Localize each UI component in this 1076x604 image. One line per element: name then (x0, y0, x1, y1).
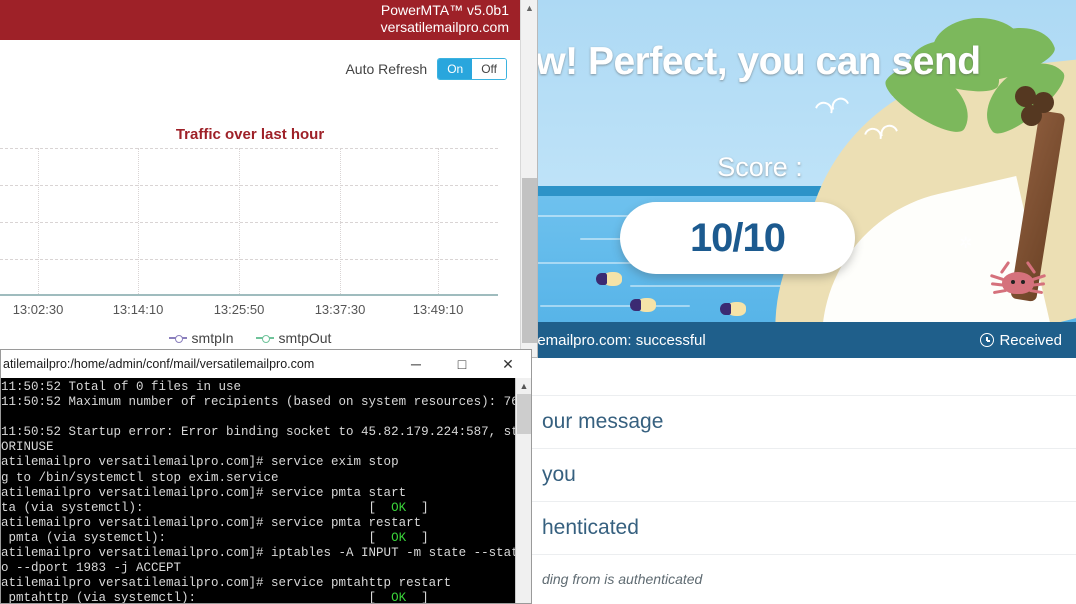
crab (989, 260, 1047, 298)
result-headline: ow! Perfect, you can send (520, 40, 981, 83)
result-list: our message you henticated ding from is … (520, 370, 1076, 587)
received-status: Received (980, 332, 1062, 349)
received-label: Received (999, 331, 1062, 349)
powermta-window: PowerMTA™ v5.0b1 versatilemailpro.com Au… (0, 0, 538, 358)
seagull-icon (815, 94, 850, 114)
list-item[interactable]: you (520, 449, 1076, 502)
gridline-h (0, 259, 498, 260)
terminal-line: o --dport 1983 -j ACCEPT (1, 561, 182, 576)
auto-refresh-label: Auto Refresh (345, 61, 428, 77)
gridline-v (138, 148, 139, 296)
scroll-up-arrow-icon[interactable]: ▲ (516, 378, 531, 394)
powermta-body: Auto Refresh On Off Traffic over last ho… (0, 40, 521, 357)
toggle-on-option[interactable]: On (438, 59, 473, 79)
score-badge: 10/10 (620, 202, 855, 274)
chart-legend: smtpIn smtpOut (0, 330, 500, 346)
terminal-line: g to /bin/systemctl stop exim.service (1, 470, 279, 485)
product-name: PowerMTA™ v5.0b1 (380, 2, 509, 18)
fish (630, 298, 658, 312)
domain-name: versatilemailpro.com (380, 19, 509, 35)
mail-tester-page: ✲ ow! Perfect, you can send Score : 10/1… (520, 0, 1076, 604)
gridline-h (0, 185, 498, 186)
terminal-output[interactable]: 11:50:52 Total of 0 files in use 11:50:52… (1, 378, 516, 604)
chart-title: Traffic over last hour (175, 126, 325, 143)
legend-label: smtpIn (191, 330, 234, 346)
terminal-line: atilemailpro versatilemailpro.com]# serv… (1, 515, 422, 530)
terminal-line: atilemailpro versatilemailpro.com]# serv… (1, 455, 399, 470)
auto-refresh-toggle[interactable]: On Off (437, 58, 507, 80)
terminal-line: atilemailpro versatilemailpro.com]# serv… (1, 485, 407, 500)
list-item[interactable]: henticated (520, 502, 1076, 555)
starfish-icon: ✲ (959, 235, 973, 252)
scrollbar-thumb[interactable] (517, 394, 531, 434)
maximize-button[interactable]: □ (439, 350, 485, 378)
powermta-header: PowerMTA™ v5.0b1 versatilemailpro.com (0, 0, 521, 40)
wave-line (540, 305, 690, 307)
terminal-line: atilemailpro versatilemailpro.com]# serv… (1, 576, 452, 591)
clock-icon (980, 333, 995, 347)
fish (720, 302, 748, 316)
list-item[interactable] (520, 370, 1076, 396)
beach-illustration: ✲ ow! Perfect, you can send Score : 10/1… (520, 0, 1076, 324)
screen: ✲ ow! Perfect, you can send Score : 10/1… (0, 0, 1076, 604)
gridline-v (38, 148, 39, 296)
terminal-title: atilemailpro:/home/admin/conf/mail/versa… (3, 357, 315, 371)
chart-x-axis: 0:50 13:02:30 13:14:10 13:25:50 13:37:30… (0, 302, 498, 322)
x-tick-label: 13:02:30 (12, 302, 64, 317)
terminal-line: 11:50:52 Total of 0 files in use (1, 380, 242, 394)
list-item[interactable]: our message (520, 396, 1076, 449)
minimize-button[interactable]: ─ (393, 350, 439, 378)
fish (596, 272, 624, 286)
terminal-line: 11:50:52 Startup error: Error binding so… (1, 425, 516, 440)
terminal-window: atilemailpro:/home/admin/conf/mail/versa… (0, 349, 532, 604)
x-tick-label: 13:37:30 (314, 302, 366, 317)
gridline-v (239, 148, 240, 296)
terminal-line: pmta (via systemctl): [ OK ] (1, 530, 429, 545)
series-baseline (0, 294, 498, 296)
gridline-h (0, 222, 498, 223)
terminal-scrollbar[interactable]: ▲ (515, 378, 531, 603)
terminal-title-bar[interactable]: atilemailpro:/home/admin/conf/mail/versa… (1, 350, 531, 378)
terminal-line: pmtahttp (via systemctl): [ OK ] (1, 591, 429, 604)
x-tick-label: 13:25:50 (213, 302, 265, 317)
auto-refresh-control: Auto Refresh On Off (345, 58, 507, 80)
terminal-line: 11:50:52 Maximum number of recipients (b… (1, 395, 516, 410)
powermta-scrollbar[interactable]: ▲ (520, 0, 537, 357)
close-button[interactable]: ✕ (485, 350, 531, 378)
traffic-chart-plot (0, 148, 498, 296)
legend-item-smtpin[interactable]: smtpIn (168, 330, 234, 346)
legend-item-smtpout[interactable]: smtpOut (255, 330, 332, 346)
coconut (1021, 105, 1042, 126)
gridline-v (340, 148, 341, 296)
terminal-line: ORINUSE (1, 440, 54, 455)
gridline-v (438, 148, 439, 296)
legend-marker-icon (255, 334, 274, 343)
legend-marker-icon (168, 334, 187, 343)
x-tick-label: 13:49:10 (412, 302, 464, 317)
seagull-icon (864, 122, 899, 140)
score-label: Score : (717, 152, 803, 182)
terminal-line: ta (via systemctl): [ OK ] (1, 500, 429, 515)
terminal-line: atilemailpro versatilemailpro.com]# ipta… (1, 546, 516, 561)
scroll-up-arrow-icon[interactable]: ▲ (521, 0, 537, 17)
result-note: ding from is authenticated (542, 571, 703, 587)
status-message: lemailpro.com: successful (534, 331, 706, 349)
x-tick-label: 13:14:10 (112, 302, 164, 317)
scrollbar-thumb[interactable] (522, 178, 537, 343)
status-bar: lemailpro.com: successful Received (520, 322, 1076, 358)
toggle-off-option[interactable]: Off (472, 59, 506, 79)
gridline-h (0, 148, 498, 149)
score-value: 10/10 (689, 215, 786, 260)
legend-label: smtpOut (278, 330, 332, 346)
